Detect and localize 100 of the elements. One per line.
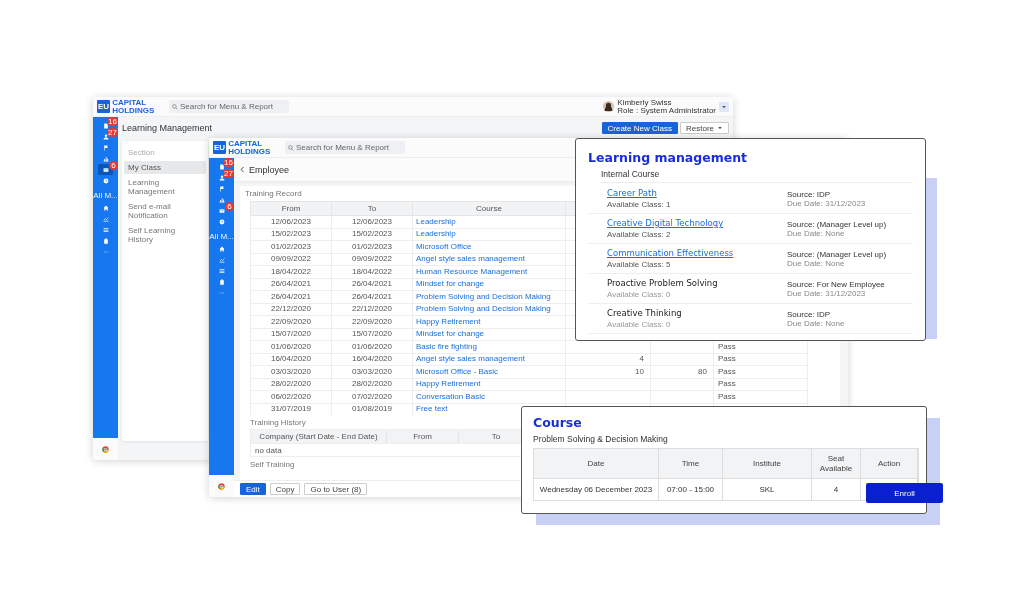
table-cell: 16/04/2020 <box>351 354 392 364</box>
table-cell: 22/09/2020 <box>270 316 311 326</box>
action-button[interactable]: Copy <box>269 483 301 495</box>
table-cell: 06/02/2020 <box>270 391 311 401</box>
column-header: Seat Available <box>818 453 854 474</box>
search-field[interactable]: Search for Menu & Report <box>285 141 405 154</box>
table-cell: 16/04/2020 <box>270 354 311 364</box>
card-title: Learning management <box>588 150 748 166</box>
notification-badge: 16 <box>107 117 118 126</box>
enroll-button[interactable]: Enroll <box>866 483 943 503</box>
menu-item[interactable]: Send e-mail Notification <box>124 200 206 222</box>
app-logo-icon[interactable] <box>218 482 225 490</box>
list-icon[interactable] <box>102 226 109 233</box>
table-cell: Pass <box>718 341 736 351</box>
bar-chart-icon[interactable] <box>102 155 109 162</box>
user-name: Kimberly Swiss <box>617 98 673 107</box>
mail-icon[interactable] <box>102 166 109 173</box>
flag-icon[interactable] <box>218 185 225 192</box>
table-cell: 07/02/2020 <box>351 391 392 401</box>
column-header: From <box>250 201 332 216</box>
document-icon[interactable] <box>102 122 109 129</box>
table-cell: 18/04/2022 <box>270 266 311 276</box>
table-cell: 01/08/2019 <box>351 404 392 414</box>
create-button[interactable]: Create New Class <box>601 122 678 134</box>
table-cell: 07:00 - 15:00 <box>666 485 715 494</box>
clock-icon[interactable] <box>218 218 225 225</box>
table-cell: Pass <box>718 391 736 401</box>
dropdown-button[interactable] <box>719 101 729 112</box>
menu-item[interactable]: Self Learning History <box>124 224 206 246</box>
flag-icon[interactable] <box>102 144 109 151</box>
section-label: Training Record <box>245 189 302 198</box>
availability-text: Available Class: 5 <box>607 260 671 269</box>
line-chart-icon[interactable] <box>102 215 109 222</box>
table-cell: 31/07/2019 <box>270 404 311 414</box>
notification-badge: 16 <box>223 158 234 167</box>
menu-item[interactable]: My Class <box>124 161 206 174</box>
logo-text: CAPITAL HOLDINGS <box>228 139 271 156</box>
document-icon[interactable] <box>218 163 225 170</box>
app-logo-icon[interactable] <box>102 445 109 453</box>
user-icon[interactable] <box>218 174 225 181</box>
column-header: Action <box>877 458 901 469</box>
mail-icon[interactable] <box>218 207 225 214</box>
table-cell: SKL <box>759 485 775 494</box>
column-header: From <box>387 430 459 443</box>
section-label: Training History <box>250 418 306 427</box>
course-link[interactable]: Free text <box>416 404 448 414</box>
edit-button[interactable]: Edit <box>240 483 266 495</box>
table-cell: 4 <box>833 485 839 494</box>
table-cell: 09/09/2022 <box>270 254 311 264</box>
table-cell: 01/06/2020 <box>351 341 392 351</box>
due-date-text: Due Date: None <box>787 318 845 328</box>
course-link[interactable]: Leadership <box>416 216 456 226</box>
home-icon[interactable] <box>102 204 109 211</box>
caret-icon <box>721 103 727 110</box>
table-cell: 26/04/2021 <box>351 291 392 301</box>
action-button[interactable]: Go to User (8) <box>304 483 368 495</box>
bar-chart-icon[interactable] <box>218 196 225 203</box>
course-link[interactable]: Creative Digital Technology <box>607 218 724 229</box>
user-icon[interactable] <box>102 133 109 140</box>
table-cell: 4 <box>639 354 644 364</box>
line-chart-icon[interactable] <box>218 256 225 263</box>
table-cell: 01/02/2023 <box>351 241 392 251</box>
menu-heading: Section <box>128 148 155 157</box>
page-title: Learning Management <box>122 123 213 133</box>
menu-item[interactable]: Learning Management <box>124 176 206 198</box>
section-label: Self Training <box>250 460 295 469</box>
caret-icon <box>717 125 723 131</box>
column-header: Company (Start Date - End Date) <box>251 430 387 443</box>
availability-text: Available Class: 0 <box>607 320 671 329</box>
home-icon[interactable] <box>218 245 225 252</box>
dropdown-button[interactable]: Restore <box>680 122 729 134</box>
list-icon[interactable] <box>218 267 225 274</box>
table-cell: 15/07/2020 <box>270 329 311 339</box>
table-cell: 10 <box>635 366 644 376</box>
column-header: To <box>331 201 413 216</box>
table-cell: 26/04/2021 <box>351 279 392 289</box>
notification-badge: 27 <box>107 128 118 137</box>
table-cell: 18/04/2022 <box>351 266 392 276</box>
table-cell: 80 <box>698 366 707 376</box>
clock-icon[interactable] <box>102 177 109 184</box>
logo-mark: EU <box>213 141 227 154</box>
clipboard-icon[interactable] <box>218 278 225 285</box>
course-title: Proactive Problem Solving <box>607 278 718 289</box>
card-subtitle: Problem Solving & Decision Making <box>533 434 668 445</box>
course-link[interactable]: Career Path <box>607 188 657 199</box>
course-link[interactable]: Leadership <box>416 229 456 239</box>
due-date-text: Due Date: None <box>787 228 845 238</box>
table-cell: 26/04/2021 <box>270 291 311 301</box>
card-title: Course <box>533 415 582 431</box>
back-icon[interactable] <box>239 166 246 173</box>
source-text: Source: (Manager Level up) <box>787 249 887 259</box>
due-date-text: Due Date: 31/12/2023 <box>787 288 866 298</box>
logo-mark: EU <box>97 100 111 113</box>
table-cell: 03/03/2020 <box>270 366 311 376</box>
availability-text: Available Class: 2 <box>607 230 671 239</box>
course-link[interactable]: Communication Effectiveness <box>607 248 734 259</box>
search-field[interactable]: Search for Menu & Report <box>169 100 289 113</box>
clipboard-icon[interactable] <box>102 237 109 244</box>
sidebar-section-label: All M... <box>93 191 118 200</box>
notification-badge: 6 <box>109 161 118 170</box>
